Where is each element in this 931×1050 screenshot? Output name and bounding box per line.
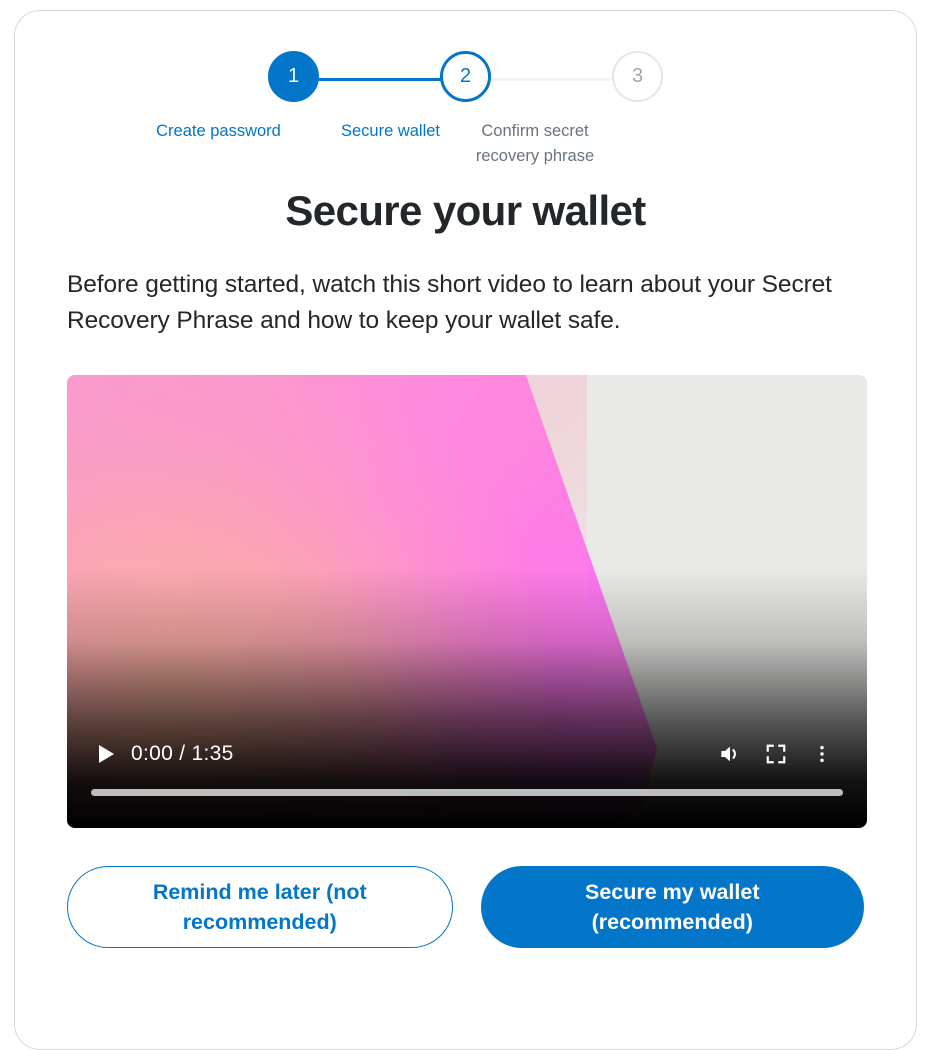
volume-icon [721,746,736,762]
video-time-display: 0:00 / 1:35 [131,742,234,765]
volume-button[interactable] [707,734,753,774]
stepper-connector-2 [473,78,625,81]
video-controls-row: 0:00 / 1:35 [89,732,845,776]
action-buttons: Remind me later (not recommended) Secure… [67,866,864,948]
video-controls-bar: 0:00 / 1:35 [67,724,867,828]
step-node-2[interactable]: 2 [440,51,491,102]
secure-my-wallet-button[interactable]: Secure my wallet (recommended) [480,866,864,948]
step-label-create-password: Create password [156,122,281,140]
fullscreen-button[interactable] [753,734,799,774]
page-title: Secure your wallet [285,187,646,234]
stepper-labels: Create password Secure wallet Confirm se… [156,119,746,169]
step-label-confirm-secret-recovery-phrase: Confirm secret recovery phrase [475,122,595,165]
video-progress-track [91,789,843,796]
video-progress-bar[interactable] [91,789,843,796]
stepper-track: 1 2 3 [268,51,663,107]
play-icon [98,745,114,763]
onboarding-card: 1 2 3 Create password Secure wallet Conf… [14,10,917,1050]
kebab-menu-icon [820,745,824,763]
more-options-button[interactable] [799,734,845,774]
onboarding-stepper: 1 2 3 Create password Secure wallet Conf… [67,51,864,165]
fullscreen-icon [766,744,786,764]
step-node-1[interactable]: 1 [268,51,319,102]
page-description: Before getting started, watch this short… [67,271,832,334]
play-button[interactable] [89,737,123,771]
video-player[interactable]: 0:00 / 1:35 [67,375,867,828]
remind-me-later-button[interactable]: Remind me later (not recommended) [67,866,453,948]
step-node-3[interactable]: 3 [612,51,663,102]
